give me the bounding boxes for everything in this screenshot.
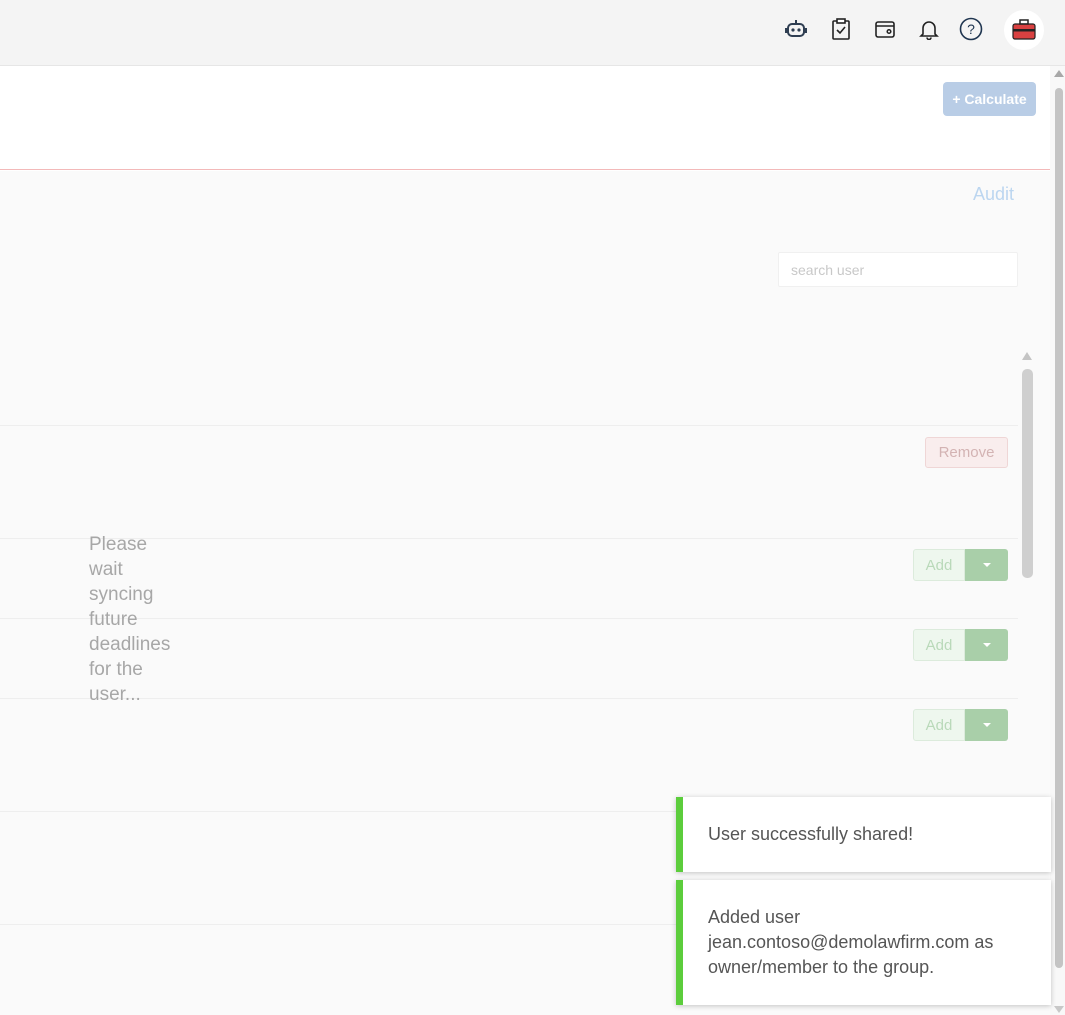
help-icon[interactable]: ? bbox=[959, 16, 983, 42]
header-panel bbox=[0, 66, 1050, 170]
scroll-up-arrow-icon[interactable] bbox=[1022, 352, 1032, 360]
top-bar: ? bbox=[0, 0, 1065, 66]
chevron-down-icon bbox=[982, 643, 991, 647]
avatar[interactable] bbox=[1004, 10, 1044, 50]
add-button[interactable]: Add bbox=[913, 709, 965, 741]
add-button[interactable]: Add bbox=[913, 549, 965, 581]
wallet-icon[interactable] bbox=[873, 16, 897, 42]
toast-notification: User successfully shared! bbox=[676, 797, 1051, 872]
toast-notification: Added user jean.contoso@demolawfirm.com … bbox=[676, 880, 1051, 1005]
remove-button[interactable]: Remove bbox=[925, 437, 1008, 468]
svg-text:?: ? bbox=[967, 21, 975, 37]
toast-message: Added user jean.contoso@demolawfirm.com … bbox=[708, 907, 994, 977]
toolbox-icon bbox=[1012, 19, 1036, 40]
chevron-down-icon bbox=[982, 563, 991, 567]
search-user-input[interactable] bbox=[778, 252, 1018, 287]
list-scrollbar[interactable] bbox=[1022, 369, 1033, 578]
add-dropdown-button[interactable] bbox=[965, 709, 1008, 741]
audit-link[interactable]: Audit bbox=[973, 184, 1014, 205]
add-button[interactable]: Add bbox=[913, 629, 965, 661]
chevron-down-icon bbox=[982, 723, 991, 727]
clipboard-check-icon[interactable] bbox=[829, 16, 853, 42]
row-divider bbox=[0, 425, 1018, 426]
sync-status-message: Please wait syncing future deadlines for… bbox=[89, 534, 171, 705]
add-dropdown-button[interactable] bbox=[965, 629, 1008, 661]
bell-icon[interactable] bbox=[917, 16, 941, 42]
robot-icon[interactable] bbox=[784, 16, 808, 42]
page-scroll-down-icon[interactable] bbox=[1054, 1006, 1064, 1013]
toast-message: User successfully shared! bbox=[708, 824, 914, 844]
page-scrollbar-thumb[interactable] bbox=[1055, 88, 1063, 968]
calculate-button[interactable]: + Calculate bbox=[943, 82, 1036, 116]
page-scroll-up-icon[interactable] bbox=[1054, 70, 1064, 77]
add-dropdown-button[interactable] bbox=[965, 549, 1008, 581]
